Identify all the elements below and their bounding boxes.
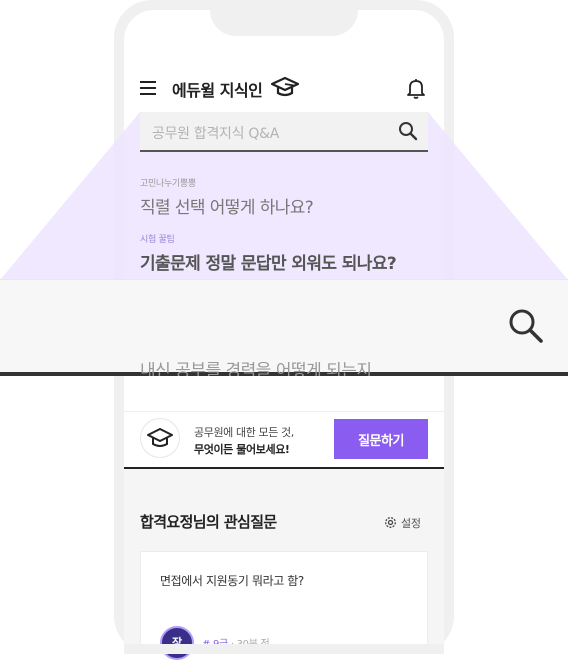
phone-frame-bottom (124, 644, 444, 654)
banner-text-line2: 무엇이든 물어보세요! (194, 443, 290, 456)
search-icon[interactable] (508, 308, 544, 348)
banner-text-line1: 공무원에 대한 모든 것, (194, 426, 294, 439)
settings-button[interactable]: 설정 (384, 515, 421, 531)
card-question-title[interactable]: 면접에서 지원동기 뭐라고 함? (160, 572, 304, 589)
question-tag: 시험 꿀팁 (140, 235, 175, 245)
question-title[interactable]: 직렬 선택 어떻게 하나요? (140, 193, 314, 218)
search-icon[interactable] (398, 121, 418, 145)
partial-question-title[interactable]: 내신 공부를 경력을 어떻게 되는지 (140, 362, 430, 376)
hamburger-menu-icon[interactable] (140, 80, 156, 96)
question-title[interactable]: 기출문제 정말 문답만 외워도 되나요? (140, 249, 397, 274)
ask-question-button[interactable]: 질문하기 (334, 419, 428, 459)
gear-icon (385, 517, 396, 528)
search-placeholder: 공무원 합격지식 Q&A (152, 126, 279, 142)
graduation-cap-icon (140, 418, 180, 458)
phone-notch (210, 0, 358, 36)
bell-icon[interactable] (405, 77, 427, 103)
avatar: 장 (160, 626, 194, 660)
app-logo-text: 에듀윌 지식인 (172, 81, 263, 100)
settings-label: 설정 (401, 517, 421, 530)
section-title: 합격요정님의 관심질문 (140, 513, 277, 531)
question-tag: 고민나누기뿡뿡 (140, 179, 196, 189)
graduation-cap-icon (270, 76, 300, 102)
